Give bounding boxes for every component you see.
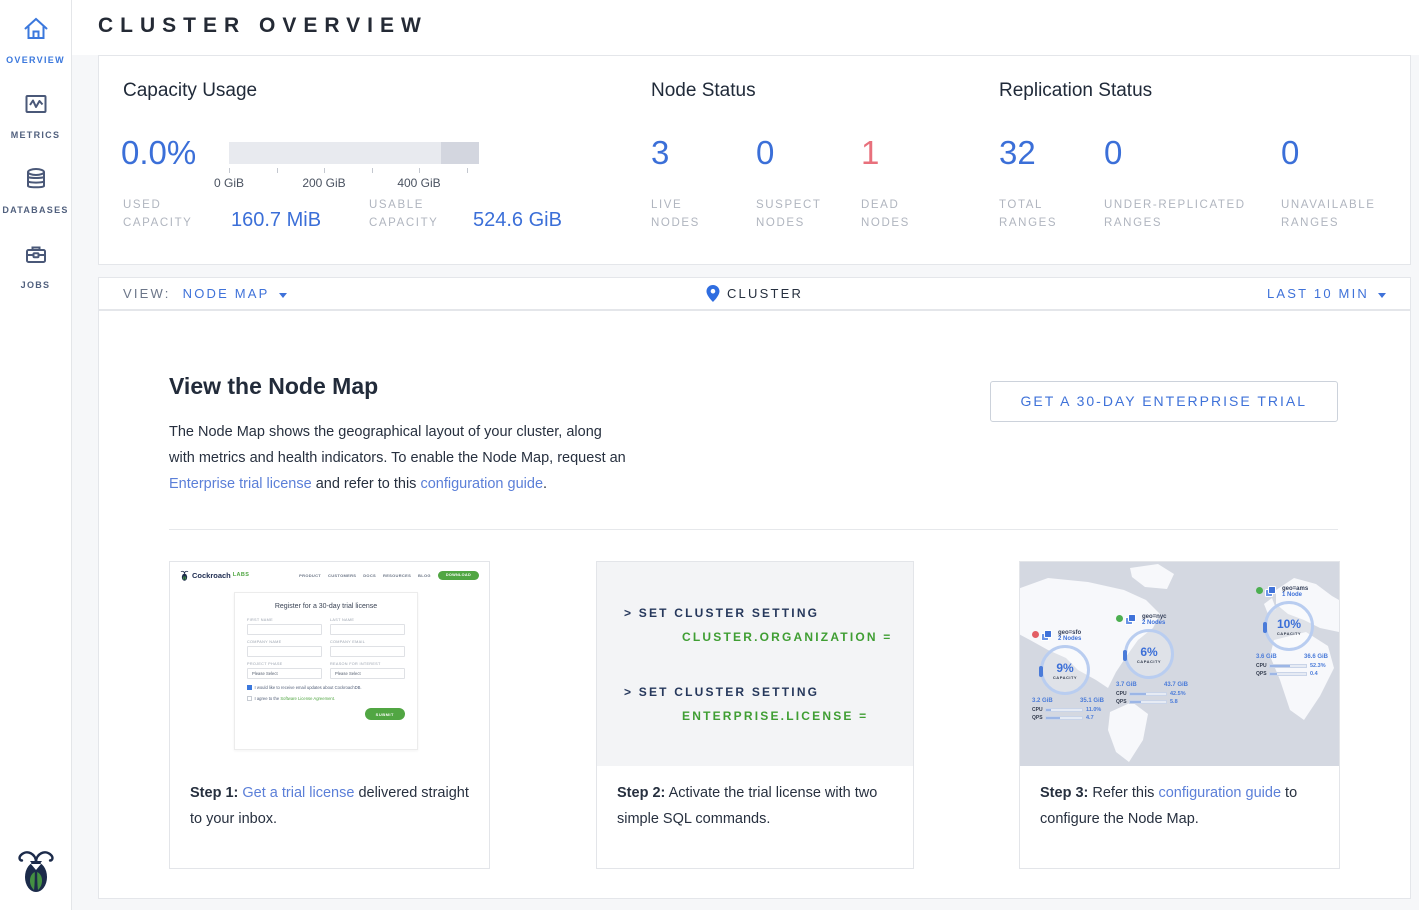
submit-button: SUBMIT	[365, 708, 405, 720]
unavailable-ranges-value: 0	[1281, 134, 1299, 172]
capacity-tick-0: 0 GiB	[214, 176, 244, 190]
jobs-icon	[22, 240, 50, 273]
capacity-gauge: 10%CAPACITY	[1264, 601, 1314, 651]
used-capacity-value: 160.7 MiB	[231, 209, 321, 232]
node-map-title: View the Node Map	[169, 373, 378, 400]
download-button: DOWNLOAD	[438, 571, 479, 580]
sidebar-item-overview[interactable]: OVERVIEW	[0, 0, 71, 75]
cockroach-labs-logo-icon	[180, 570, 189, 581]
node-map-panel: View the Node Map The Node Map shows the…	[98, 310, 1411, 899]
locality-marker-sfo: geo=sfo2 Nodes 9%CAPACITY 3.2 GiB35.1 Gi…	[1032, 630, 1120, 721]
chevron-down-icon	[1378, 293, 1386, 298]
step-2-caption: Step 2: Activate the trial license with …	[597, 766, 913, 846]
live-nodes-value: 3	[651, 134, 669, 172]
total-ranges-label: TOTAL RANGES	[999, 196, 1079, 232]
metrics-icon	[22, 90, 50, 123]
nodes-icon	[1125, 614, 1138, 626]
suspect-nodes-label: SUSPECT NODES	[756, 196, 846, 232]
suspect-nodes-value: 0	[756, 134, 774, 172]
step-1-screenshot: CockroachLABS PRODUCT CUSTOMERS DOCS RES…	[170, 562, 489, 766]
sidebar-item-label: JOBS	[21, 280, 51, 290]
capacity-bar	[229, 142, 479, 164]
capacity-gauge: 9%CAPACITY	[1040, 645, 1090, 695]
capacity-tick-400: 400 GiB	[397, 176, 440, 190]
trial-registration-form: Register for a 30-day trial license FIRS…	[234, 592, 418, 750]
nodes-icon	[1041, 630, 1054, 642]
step-1-card: CockroachLABS PRODUCT CUSTOMERS DOCS RES…	[169, 561, 490, 869]
live-nodes-label: LIVE NODES	[651, 196, 731, 232]
sidebar: OVERVIEW METRICS DATABASES JOBS	[0, 0, 72, 910]
node-status-title: Node Status	[651, 80, 756, 102]
unavailable-ranges-label: UNAVAILABLE RANGES	[1281, 196, 1401, 232]
status-live-icon	[1256, 587, 1263, 594]
nodes-icon	[1265, 586, 1278, 598]
locality-breadcrumb[interactable]: CLUSTER	[706, 285, 803, 302]
node-map-preview: geo=sfo2 Nodes 9%CAPACITY 3.2 GiB35.1 Gi…	[1020, 562, 1339, 766]
sidebar-item-label: OVERVIEW	[6, 55, 65, 65]
status-live-icon	[1116, 615, 1123, 622]
usable-capacity-value: 524.6 GiB	[473, 209, 562, 232]
view-bar: VIEW: NODE MAP CLUSTER LAST 10 MIN	[98, 277, 1411, 310]
time-range-dropdown[interactable]: LAST 10 MIN	[1267, 286, 1386, 301]
enterprise-trial-license-link[interactable]: Enterprise trial license	[169, 476, 312, 492]
used-capacity-label: USED CAPACITY	[123, 196, 215, 232]
sidebar-item-jobs[interactable]: JOBS	[0, 225, 71, 300]
status-dead-icon	[1032, 631, 1039, 638]
locality-marker-nyc: geo=nyc2 Nodes 6%CAPACITY 3.7 GiB43.7 Gi…	[1116, 614, 1204, 705]
section-divider	[169, 529, 1338, 530]
capacity-usage-title: Capacity Usage	[123, 80, 257, 102]
get-enterprise-trial-button[interactable]: GET A 30-DAY ENTERPRISE TRIAL	[990, 381, 1339, 422]
dead-nodes-label: DEAD NODES	[861, 196, 931, 232]
usable-capacity-label: USABLE CAPACITY	[369, 196, 461, 232]
step-3-card: geo=sfo2 Nodes 9%CAPACITY 3.2 GiB35.1 Gi…	[1019, 561, 1340, 869]
main-area: CLUSTER OVERVIEW Capacity Usage 0.0% 0 G…	[72, 0, 1419, 910]
sidebar-item-label: METRICS	[11, 130, 61, 140]
sidebar-item-databases[interactable]: DATABASES	[0, 150, 71, 225]
under-replicated-ranges-label: UNDER-REPLICATED RANGES	[1104, 196, 1269, 232]
page-title: CLUSTER OVERVIEW	[98, 14, 428, 38]
locality-marker-ams: geo=ams1 Node 10%CAPACITY 3.6 GiB36.6 Gi…	[1256, 586, 1339, 677]
configuration-guide-link[interactable]: configuration guide	[1158, 785, 1281, 801]
step-2-card: > SET CLUSTER SETTING CLUSTER.ORGANIZATI…	[596, 561, 914, 869]
sidebar-item-label: DATABASES	[2, 205, 68, 215]
capacity-bar-usable-segment	[441, 142, 479, 164]
cockroachdb-logo-icon	[18, 847, 54, 898]
map-pin-icon	[706, 285, 719, 302]
total-ranges-value: 32	[999, 134, 1036, 172]
view-selector-dropdown[interactable]: NODE MAP	[183, 286, 287, 301]
step-3-caption: Step 3: Refer this configuration guide t…	[1020, 766, 1339, 846]
capacity-gauge: 6%CAPACITY	[1124, 629, 1174, 679]
databases-icon	[22, 165, 50, 198]
step-1-caption: Step 1: Get a trial license delivered st…	[170, 766, 489, 846]
capacity-used-percent: 0.0%	[121, 134, 196, 172]
configuration-guide-link[interactable]: configuration guide	[420, 476, 543, 492]
sidebar-item-metrics[interactable]: METRICS	[0, 75, 71, 150]
get-trial-license-link[interactable]: Get a trial license	[242, 785, 354, 801]
chevron-down-icon	[279, 293, 287, 298]
node-map-description: The Node Map shows the geographical layo…	[169, 419, 631, 497]
under-replicated-ranges-value: 0	[1104, 134, 1122, 172]
replication-status-title: Replication Status	[999, 80, 1152, 102]
capacity-tick-200: 200 GiB	[302, 176, 345, 190]
dead-nodes-value: 1	[861, 134, 879, 172]
sql-commands-block: > SET CLUSTER SETTING CLUSTER.ORGANIZATI…	[597, 562, 913, 766]
header: CLUSTER OVERVIEW	[72, 0, 1419, 55]
home-icon	[22, 15, 50, 48]
view-label: VIEW:	[123, 286, 171, 301]
cluster-summary-panel: Capacity Usage 0.0% 0 GiB 200 GiB 400 Gi…	[98, 55, 1411, 265]
